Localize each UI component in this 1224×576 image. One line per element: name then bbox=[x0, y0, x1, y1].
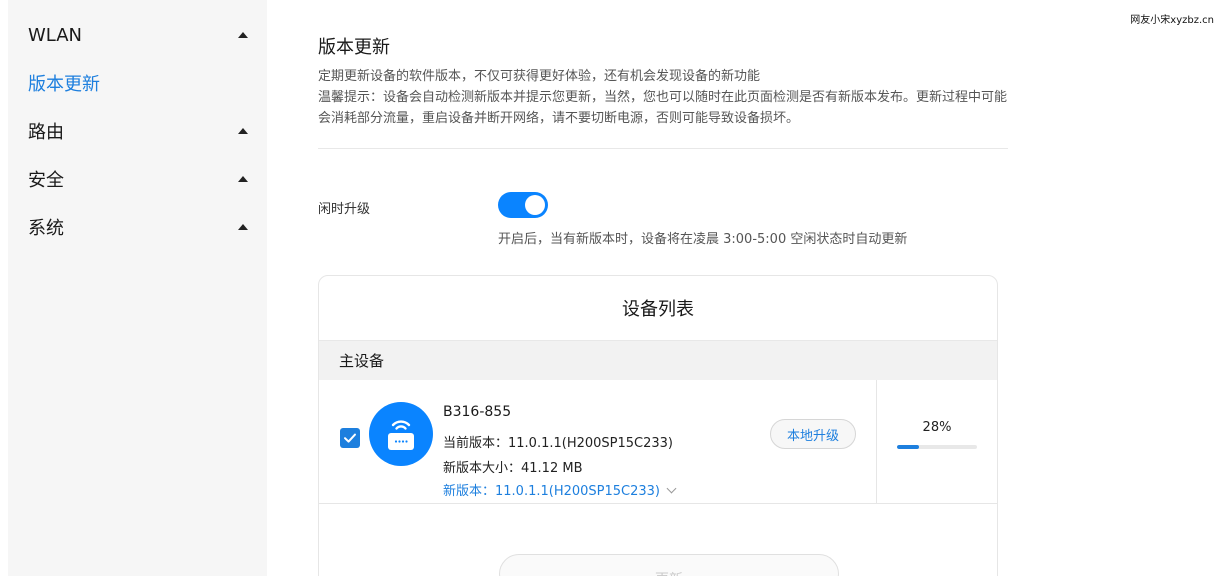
divider bbox=[318, 148, 1008, 149]
watermark: 网友小宋xyzbz.cn bbox=[1130, 15, 1214, 26]
tip-text: 温馨提示：设备会自动检测新版本并提示您更新，当然，您也可以随时在此页面检测是否有… bbox=[318, 90, 1008, 126]
device-list-title: 设备列表 bbox=[622, 299, 694, 320]
sidebar-item-label: 系统 bbox=[28, 218, 64, 239]
router-wifi-icon bbox=[388, 420, 414, 450]
section-label: 主设备 bbox=[339, 352, 385, 370]
divider bbox=[876, 380, 877, 504]
sidebar: WLAN 版本更新 路由 安全 系统 bbox=[8, 0, 267, 576]
caret-up-icon bbox=[238, 128, 248, 134]
package-size: 新版本大小：41.12 MB bbox=[443, 461, 583, 476]
check-icon bbox=[344, 433, 356, 443]
sidebar-item-version-update[interactable]: 版本更新 bbox=[28, 68, 250, 98]
caret-up-icon bbox=[238, 32, 248, 38]
new-version-text: 新版本：11.0.1.1(H200SP15C233) bbox=[443, 484, 661, 499]
page-description: 定期更新设备的软件版本，不仅可获得更好体验，还有机会发现设备的新功能 温馨提示：… bbox=[318, 66, 1018, 129]
sidebar-item-routing[interactable]: 路由 bbox=[28, 116, 250, 146]
caret-up-icon bbox=[238, 176, 248, 182]
device-row: B316-855 当前版本：11.0.1.1(H200SP15C233) 新版本… bbox=[319, 380, 997, 504]
idle-upgrade-toggle[interactable] bbox=[498, 192, 548, 218]
description-line: 定期更新设备的软件版本，不仅可获得更好体验，还有机会发现设备的新功能 bbox=[318, 69, 761, 84]
sidebar-item-system[interactable]: 系统 bbox=[28, 212, 250, 242]
device-list-card: 设备列表 主设备 B316-855 当前版本：11.0.1.1(H200SP15… bbox=[318, 275, 998, 576]
new-version-link[interactable]: 新版本：11.0.1.1(H200SP15C233) bbox=[443, 480, 677, 499]
toggle-knob bbox=[525, 195, 545, 215]
progress-bar bbox=[897, 445, 977, 449]
device-checkbox[interactable] bbox=[340, 428, 360, 448]
page: 网友小宋xyzbz.cn WLAN 版本更新 路由 安全 系统 版本更新 定期更… bbox=[0, 0, 1224, 576]
caret-up-icon bbox=[238, 224, 248, 230]
update-button[interactable]: 更新 bbox=[499, 554, 839, 576]
idle-upgrade-hint: 开启后，当有新版本时，设备将在凌晨 3:00-5:00 空闲状态时自动更新 bbox=[498, 232, 908, 247]
progress-percent: 28% bbox=[922, 420, 952, 435]
page-title: 版本更新 bbox=[318, 37, 390, 58]
sidebar-item-security[interactable]: 安全 bbox=[28, 164, 250, 194]
device-name: B316-855 bbox=[443, 404, 512, 420]
current-version: 当前版本：11.0.1.1(H200SP15C233) bbox=[443, 436, 674, 451]
progress-fill bbox=[897, 445, 920, 449]
chevron-down-icon bbox=[666, 483, 677, 494]
router-avatar bbox=[369, 402, 433, 466]
sidebar-item-label: 版本更新 bbox=[28, 74, 100, 95]
idle-upgrade-label: 闲时升级 bbox=[318, 202, 371, 217]
sidebar-item-label: 路由 bbox=[28, 122, 64, 143]
sidebar-item-wlan[interactable]: WLAN bbox=[28, 20, 250, 50]
local-upgrade-button[interactable]: 本地升级 bbox=[770, 419, 856, 449]
sidebar-item-label: 安全 bbox=[28, 170, 64, 191]
main-device-section: 主设备 bbox=[319, 340, 997, 380]
sidebar-item-label: WLAN bbox=[28, 24, 83, 46]
